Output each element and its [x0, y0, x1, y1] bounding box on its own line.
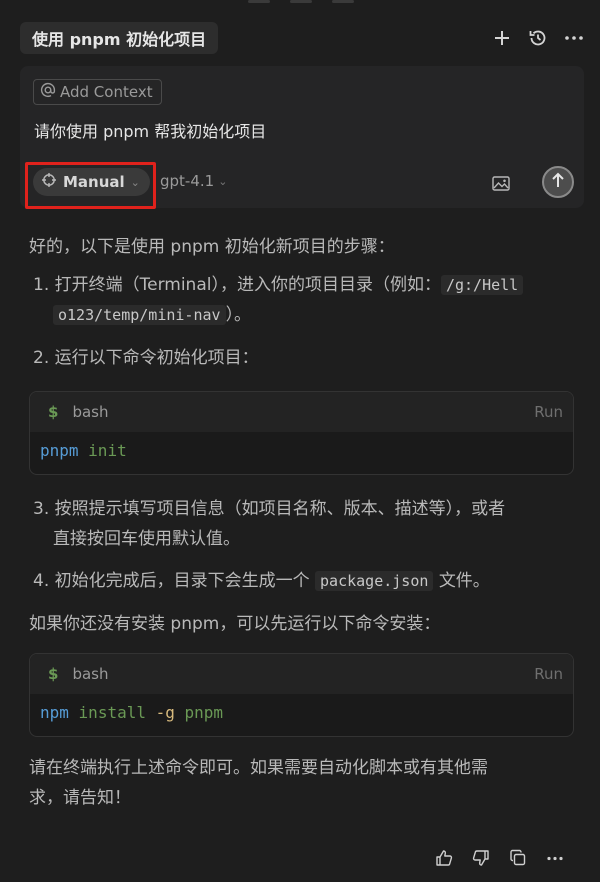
code-command: pnpm: [40, 441, 79, 460]
step3-line1: 3. 按照提示填写项目信息（如项目名称、版本、描述等），或者: [33, 499, 506, 519]
chevron-down-icon: ⌄: [218, 174, 228, 188]
inline-code: /g:/Hell: [440, 275, 524, 295]
top-edge: [0, 0, 600, 14]
thumbs-down-icon[interactable]: [469, 846, 493, 870]
tab-edge: [290, 0, 312, 3]
code-language: bash: [72, 403, 109, 421]
code-block: $ bash Run pnpm init: [29, 391, 574, 475]
more-icon[interactable]: [543, 846, 567, 870]
code-block-header: $ bash Run: [30, 392, 573, 432]
mode-label: Manual: [63, 173, 125, 191]
model-label: gpt-4.1: [160, 172, 215, 190]
inline-code: package.json: [315, 571, 434, 591]
code-content[interactable]: npm install -g pnpm: [30, 694, 573, 722]
chat-header: 使用 pnpm 初始化项目: [20, 22, 586, 54]
closing-line1: 请在终端执行上述命令即可。如果需要自动化脚本或有其他需: [29, 758, 488, 778]
history-icon[interactable]: [526, 26, 550, 50]
list-item: 2. 运行以下命令初始化项目：: [33, 348, 259, 368]
code-argument: install: [78, 703, 146, 722]
tab-edge: [248, 0, 270, 3]
image-icon[interactable]: [490, 172, 512, 194]
code-package: pnpm: [184, 703, 224, 722]
crosshair-icon: [41, 172, 57, 192]
terminal-prompt-icon: $: [48, 665, 59, 683]
code-block: $ bash Run npm install -g pnpm: [29, 653, 574, 737]
header-actions: [490, 22, 586, 54]
run-button[interactable]: Run: [534, 392, 563, 432]
terminal-prompt-icon: $: [48, 403, 59, 421]
thumbs-up-icon[interactable]: [432, 846, 456, 870]
step3-line2: 直接按回车使用默认值。: [53, 529, 240, 549]
tab-edge: [332, 0, 354, 3]
list-item: 1. 打开终端（Terminal），进入你的项目目录（例如：/g:/Hell o…: [33, 270, 573, 330]
model-selector[interactable]: gpt-4.1 ⌄: [160, 172, 227, 190]
copy-icon[interactable]: [506, 846, 530, 870]
step1-suffix: ）。: [225, 305, 252, 325]
add-context-label: Add Context: [60, 83, 153, 101]
step4-text: 4. 初始化完成后，目录下会生成一个: [33, 571, 310, 591]
code-content[interactable]: pnpm init: [30, 432, 573, 460]
mode-selector[interactable]: Manual ⌄: [33, 168, 150, 196]
step1-text: 1. 打开终端（Terminal），进入你的项目目录（例如：: [33, 275, 441, 295]
step4-suffix: 文件。: [438, 571, 490, 591]
install-intro-text: 如果你还没有安装 pnpm，可以先运行以下命令安装：: [29, 614, 441, 634]
send-arrow-up-icon: [550, 171, 566, 193]
list-item: 3. 按照提示填写项目信息（如项目名称、版本、描述等），或者 直接按回车使用默认…: [33, 494, 573, 554]
code-command: npm: [40, 703, 69, 722]
chat-title[interactable]: 使用 pnpm 初始化项目: [20, 22, 219, 54]
at-icon: [40, 82, 56, 102]
list-item: 4. 初始化完成后，目录下会生成一个 package.json 文件。: [33, 566, 573, 596]
more-icon[interactable]: [562, 26, 586, 50]
run-button[interactable]: Run: [534, 654, 563, 694]
chevron-down-icon: ⌄: [130, 175, 140, 189]
intro-text: 好的，以下是使用 pnpm 初始化新项目的步骤：: [29, 237, 395, 257]
code-block-header: $ bash Run: [30, 654, 573, 694]
add-context-button[interactable]: Add Context: [33, 79, 162, 105]
closing-line2: 求，请告知！: [29, 788, 131, 808]
code-flag: -g: [155, 703, 175, 722]
message-actions: [432, 846, 567, 870]
closing-text: 请在终端执行上述命令即可。如果需要自动化脚本或有其他需 求，请告知！: [29, 753, 488, 813]
plus-icon[interactable]: [490, 26, 514, 50]
inline-code: o123/temp/mini-nav: [53, 305, 226, 325]
send-button[interactable]: [542, 166, 574, 198]
prompt-text[interactable]: 请你使用 pnpm 帮我初始化项目: [34, 118, 266, 142]
code-argument: init: [88, 441, 127, 460]
code-language: bash: [72, 665, 109, 683]
